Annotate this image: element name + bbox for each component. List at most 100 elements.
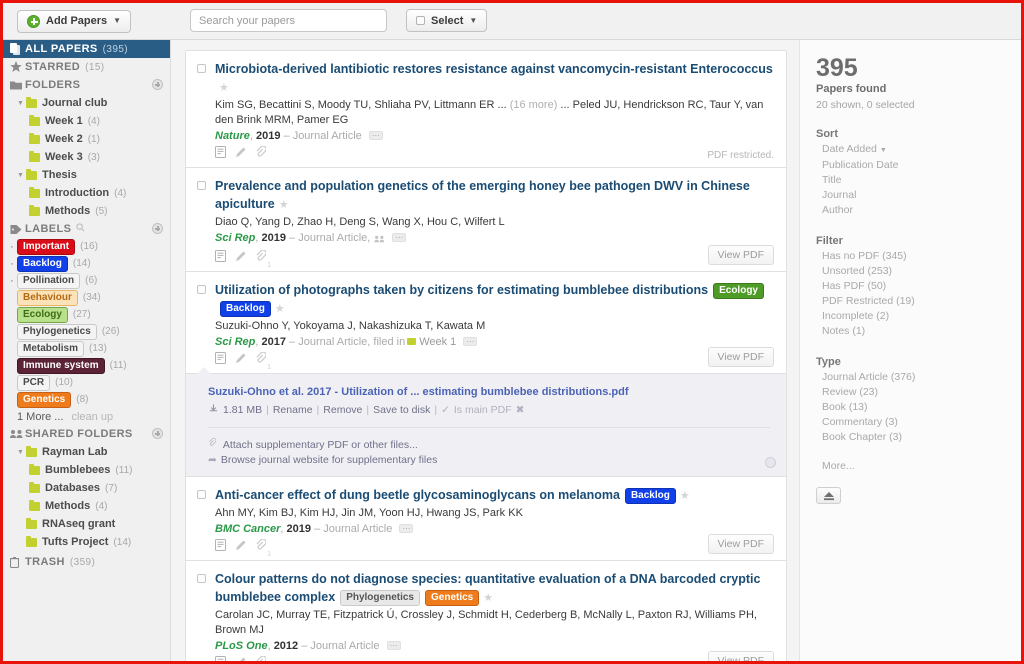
add-shared-folder-icon[interactable] xyxy=(152,428,163,439)
label-item-phylogenetics[interactable]: Phylogenetics (26) xyxy=(3,323,170,340)
more-options-icon[interactable]: ··· xyxy=(386,641,401,650)
more-options-icon[interactable]: ··· xyxy=(399,524,414,533)
view-pdf-button[interactable]: View PDF xyxy=(707,245,774,265)
chevron-down-icon[interactable]: ▼ xyxy=(17,100,26,107)
sort-option-journal[interactable]: Journal xyxy=(816,188,1005,203)
shared-folder-item-databases[interactable]: Databases (7) xyxy=(3,479,170,497)
type-option-review-23[interactable]: Review (23) xyxy=(816,385,1005,400)
filter-option-pdf-restricted-19[interactable]: PDF Restricted (19) xyxy=(816,294,1005,309)
paper-item[interactable]: Prevalence and population genetics of th… xyxy=(185,167,787,271)
paper-checkbox[interactable] xyxy=(197,574,206,583)
folder-item-thesis[interactable]: ▼ Thesis xyxy=(3,166,170,184)
save-to-disk-link[interactable]: Save to disk xyxy=(373,404,430,416)
note-icon[interactable] xyxy=(215,145,226,163)
sort-option-date-added[interactable]: Date Added ▼ xyxy=(816,142,1005,158)
eject-button[interactable] xyxy=(816,487,841,504)
shared-folder-item-bumblebees[interactable]: Bumblebees (11) xyxy=(3,461,170,479)
label-item-genetics[interactable]: Genetics (8) xyxy=(3,391,170,408)
sidebar-item-trash[interactable]: TRASH (359) xyxy=(3,553,170,571)
filter-option-unsorted-253[interactable]: Unsorted (253) xyxy=(816,264,1005,279)
star-icon[interactable]: ★ xyxy=(279,198,289,211)
shared-folder-item-rnaseq-grant[interactable]: RNAseq grant xyxy=(3,515,170,533)
more-options-icon[interactable]: ··· xyxy=(392,233,407,242)
shared-folder-item-methods[interactable]: Methods (4) xyxy=(3,497,170,515)
edit-pencil-icon[interactable] xyxy=(235,655,246,661)
attachment-icon[interactable] xyxy=(255,145,267,163)
edit-pencil-icon[interactable] xyxy=(235,538,246,556)
attach-supplementary-link[interactable]: Attach supplementary PDF or other files.… xyxy=(208,437,770,451)
paper-title[interactable]: Anti-cancer effect of dung beetle glycos… xyxy=(215,488,620,502)
browse-journal-link[interactable]: ➦ Browse journal website for supplementar… xyxy=(208,454,770,466)
sidebar-item-starred[interactable]: STARRED (15) xyxy=(3,58,170,76)
filter-option-incomplete-2[interactable]: Incomplete (2) xyxy=(816,309,1005,324)
folder-item-journal-club[interactable]: ▼ Journal club xyxy=(3,94,170,112)
pdf-filename[interactable]: Suzuki-Ohno et al. 2017 - Utilization of… xyxy=(208,386,770,398)
label-item-backlog[interactable]: · Backlog (14) xyxy=(3,255,170,272)
attachment-icon[interactable]: 1 xyxy=(255,351,271,371)
sidebar-item-all-papers[interactable]: ALL PAPERS (395) xyxy=(3,40,170,58)
type-option-journal-article-376[interactable]: Journal Article (376) xyxy=(816,370,1005,385)
sort-option-title[interactable]: Title xyxy=(816,173,1005,188)
paper-item[interactable]: Utilization of photographs taken by citi… xyxy=(185,271,787,373)
more-link[interactable]: More... xyxy=(816,459,1005,474)
star-icon[interactable]: ★ xyxy=(219,81,229,94)
paper-checkbox[interactable] xyxy=(197,285,206,294)
more-options-icon[interactable]: ··· xyxy=(368,131,383,140)
folder-item-week-2[interactable]: Week 2 (1) xyxy=(3,130,170,148)
type-option-commentary-3[interactable]: Commentary (3) xyxy=(816,415,1005,430)
chevron-down-icon[interactable]: ▼ xyxy=(17,172,26,179)
attachment-icon[interactable]: 1 xyxy=(255,655,267,661)
paper-label-phylogenetics[interactable]: Phylogenetics xyxy=(340,590,420,606)
label-item-ecology[interactable]: Ecology (27) xyxy=(3,306,170,323)
close-icon[interactable]: ✖ xyxy=(516,404,525,416)
paper-checkbox[interactable] xyxy=(197,181,206,190)
view-pdf-button[interactable]: View PDF xyxy=(707,347,774,367)
note-icon[interactable] xyxy=(215,538,226,556)
type-option-book-chapter-3[interactable]: Book Chapter (3) xyxy=(816,430,1005,445)
paper-checkbox[interactable] xyxy=(197,64,206,73)
folder-item-introduction[interactable]: Introduction (4) xyxy=(3,184,170,202)
filter-option-has-pdf-50[interactable]: Has PDF (50) xyxy=(816,279,1005,294)
select-button[interactable]: Select ▼ xyxy=(406,9,488,32)
paper-label-backlog[interactable]: Backlog xyxy=(624,488,676,504)
label-item-important[interactable]: · Important (16) xyxy=(3,238,170,255)
paper-label-genetics[interactable]: Genetics xyxy=(425,590,480,606)
paper-checkbox[interactable] xyxy=(197,490,206,499)
more-options-icon[interactable]: ··· xyxy=(463,337,478,346)
type-option-book-13[interactable]: Book (13) xyxy=(816,400,1005,415)
attachment-icon[interactable]: 1 xyxy=(255,249,271,269)
label-item-pcr[interactable]: PCR (10) xyxy=(3,374,170,391)
add-folder-icon[interactable] xyxy=(152,79,163,90)
sort-option-author[interactable]: Author xyxy=(816,203,1005,218)
edit-pencil-icon[interactable] xyxy=(235,351,246,369)
folder-item-week-3[interactable]: Week 3 (3) xyxy=(3,148,170,166)
paper-title[interactable]: Prevalence and population genetics of th… xyxy=(215,179,750,211)
paper-item[interactable]: Anti-cancer effect of dung beetle glycos… xyxy=(185,476,787,560)
view-pdf-button[interactable]: View PDF xyxy=(707,651,774,661)
labels-cleanup-label[interactable]: clean up xyxy=(71,411,113,423)
search-labels-icon[interactable] xyxy=(76,223,85,235)
attachment-icon[interactable]: 1 xyxy=(255,538,271,558)
paper-item[interactable]: Colour patterns do not diagnose species:… xyxy=(185,560,787,661)
search-input[interactable] xyxy=(190,9,387,32)
label-item-immune-system[interactable]: Immune system (11) xyxy=(3,357,170,374)
view-pdf-button[interactable]: View PDF xyxy=(707,534,774,554)
folder-item-week-1[interactable]: Week 1 (4) xyxy=(3,112,170,130)
rename-link[interactable]: Rename xyxy=(273,404,313,416)
edit-pencil-icon[interactable] xyxy=(235,145,246,163)
authors-more[interactable]: (16 more) xyxy=(510,99,558,111)
add-label-icon[interactable] xyxy=(152,223,163,234)
note-icon[interactable] xyxy=(215,249,226,267)
paper-folder[interactable]: Week 1 xyxy=(419,336,456,348)
paper-label-ecology[interactable]: Ecology xyxy=(713,283,764,299)
gear-icon[interactable] xyxy=(765,457,776,468)
star-icon[interactable]: ★ xyxy=(483,591,493,604)
label-item-behaviour[interactable]: Behaviour (34) xyxy=(3,289,170,306)
shared-folder-item-rayman-lab[interactable]: ▼ Rayman Lab xyxy=(3,443,170,461)
sort-option-publication-date[interactable]: Publication Date xyxy=(816,158,1005,173)
note-icon[interactable] xyxy=(215,351,226,369)
label-item-metabolism[interactable]: Metabolism (13) xyxy=(3,340,170,357)
star-icon[interactable]: ★ xyxy=(275,302,285,315)
labels-more-row[interactable]: 1 More ... clean up xyxy=(3,408,170,425)
paper-title[interactable]: Utilization of photographs taken by citi… xyxy=(215,283,708,297)
